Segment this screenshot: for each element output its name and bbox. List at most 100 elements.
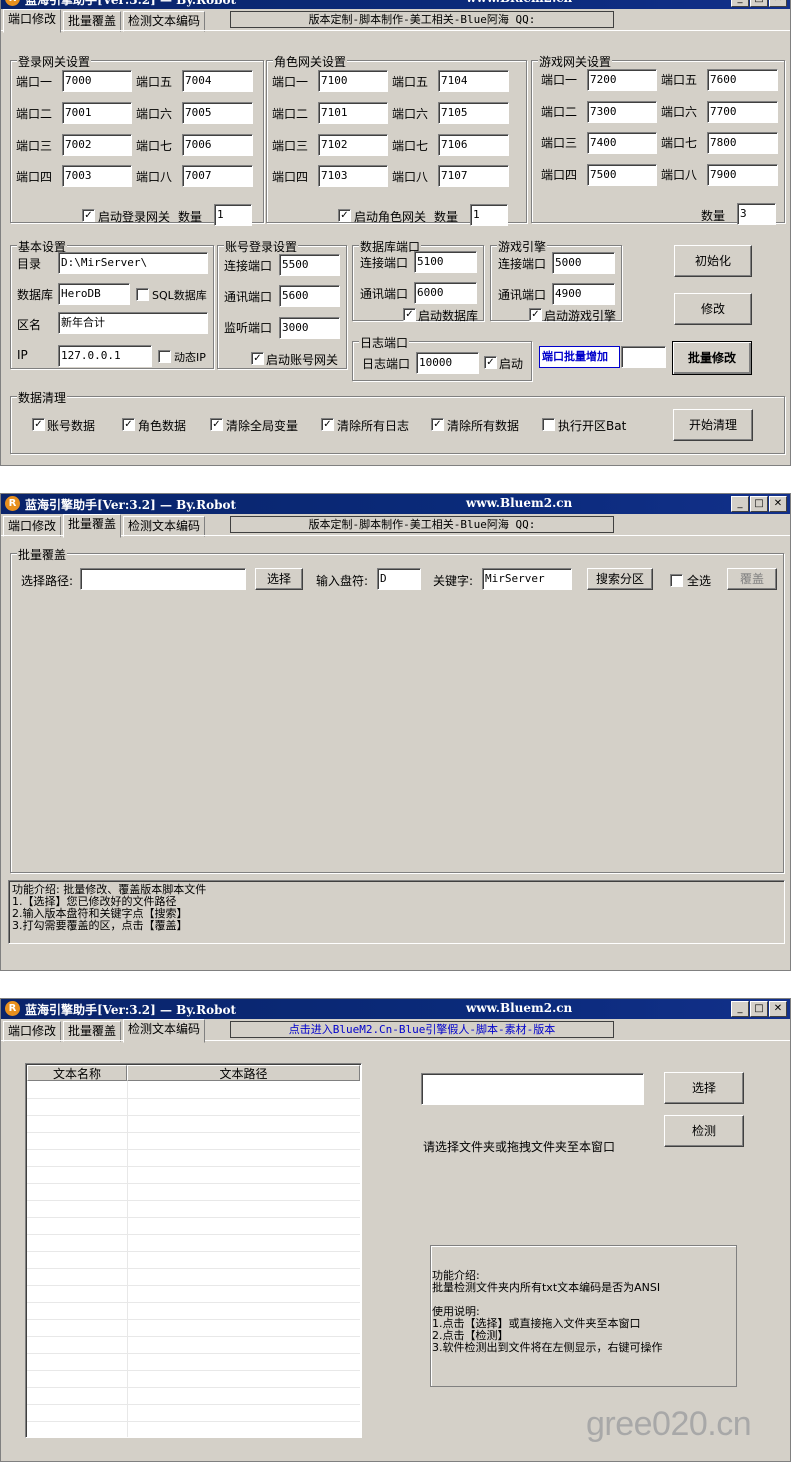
start-role-gateway-checkbox[interactable]: ✓ [338,209,351,222]
port-input[interactable]: 7104 [438,70,509,92]
log-port-input[interactable]: 10000 [416,352,479,374]
close-button[interactable]: ✕ [769,1001,787,1017]
banner-link[interactable]: 版本定制-脚本制作-美工相关-Blue阿海 QQ: [230,11,614,28]
batch-add-count-input[interactable] [621,346,666,368]
close-button[interactable]: ✕ [769,0,787,7]
list-row-line [27,1319,360,1320]
db-input[interactable]: HeroDB [58,283,130,305]
start-cleanup-button[interactable]: 开始清理 [673,409,753,441]
port-input[interactable]: 7500 [587,164,657,186]
select-folder-button[interactable]: 选择 [664,1072,744,1104]
drive-input[interactable]: D [377,568,421,590]
tab-detect-encoding[interactable]: 检测文本编码 [123,516,206,537]
website-link[interactable]: 点击进入BlueM2.Cn-Blue引擎假人-脚本-素材-版本 [230,1021,614,1038]
minimize-button[interactable]: _ [731,496,749,512]
cleanup-account-checkbox[interactable]: ✓ [32,418,45,431]
tab-port-modify[interactable]: 端口修改 [3,516,62,537]
log-port-label: 日志端口 [362,357,411,371]
column-header-name[interactable]: 文本名称 [27,1065,127,1081]
comm-port-input[interactable]: 6000 [414,282,477,304]
maximize-button[interactable]: □ [750,496,768,512]
cleanup-bat-checkbox[interactable] [542,418,555,431]
port-input[interactable]: 7700 [707,101,778,123]
port-input[interactable]: 7102 [318,134,388,156]
modify-button[interactable]: 修改 [674,293,752,325]
dir-input[interactable]: D:\MirServer\ [58,252,208,274]
maximize-button[interactable]: □ [750,1001,768,1017]
column-header-path[interactable]: 文本路径 [127,1065,360,1081]
select-path-button[interactable]: 选择 [255,568,303,590]
tab-port-modify[interactable]: 端口修改 [3,9,62,33]
maximize-button[interactable]: □ [750,0,768,7]
zone-input[interactable]: 新年合计 [58,312,208,334]
port-input[interactable]: 7005 [182,102,253,124]
start-game-engine-checkbox[interactable]: ✓ [529,308,542,321]
port-input[interactable]: 7004 [182,70,253,92]
file-list[interactable]: 文本名称 文本路径 [25,1063,362,1438]
port-input[interactable]: 7101 [318,102,388,124]
port-input[interactable]: 7105 [438,102,509,124]
start-account-gateway-checkbox[interactable]: ✓ [251,352,264,365]
port-input[interactable]: 7002 [62,134,132,156]
port-input[interactable]: 7003 [62,165,132,187]
start-login-gateway-checkbox[interactable]: ✓ [82,209,95,222]
select-all-checkbox[interactable] [670,574,683,587]
comm-port-input[interactable]: 5600 [279,285,340,307]
port-input[interactable]: 7400 [587,132,657,154]
ip-input[interactable]: 127.0.0.1 [58,345,152,367]
cleanup-all-data-checkbox[interactable]: ✓ [431,418,444,431]
batch-add-input[interactable]: 端口批量增加 [539,346,620,368]
port-input[interactable]: 7006 [182,134,253,156]
port-input[interactable]: 7900 [707,164,778,186]
dynamic-ip-checkbox[interactable] [158,350,171,363]
tab-detect-encoding[interactable]: 检测文本编码 [123,1019,206,1043]
search-partition-button[interactable]: 搜索分区 [587,568,653,590]
connect-port-input[interactable]: 5000 [552,252,615,274]
count-input[interactable]: 3 [737,203,776,225]
start-log-checkbox[interactable]: ✓ [484,356,497,369]
port-input[interactable]: 7007 [182,165,253,187]
port-label: 端口二 [16,107,53,121]
port-input[interactable]: 7800 [707,132,778,154]
port-input[interactable]: 7100 [318,70,388,92]
tab-batch-overwrite[interactable]: 批量覆盖 [63,11,122,32]
folder-path-input[interactable] [421,1073,644,1105]
title-bar[interactable]: R 蓝海引擎助手[Ver:3.2] — By.Robot www.Bluem2.… [1,999,790,1019]
port-input[interactable]: 7001 [62,102,132,124]
port-input[interactable]: 7103 [318,165,388,187]
comm-port-input[interactable]: 4900 [552,283,615,305]
connect-port-input[interactable]: 5500 [279,254,340,276]
keyword-input[interactable]: MirServer [482,568,572,590]
port-input[interactable]: 7000 [62,70,132,92]
start-database-checkbox[interactable]: ✓ [403,308,416,321]
minimize-button[interactable]: _ [731,0,749,7]
port-input[interactable]: 7600 [707,69,778,91]
listen-port-input[interactable]: 3000 [279,317,340,339]
tab-batch-overwrite[interactable]: 批量覆盖 [63,514,122,538]
banner-link[interactable]: 版本定制-脚本制作-美工相关-Blue阿海 QQ: [230,516,614,533]
cleanup-role-checkbox[interactable]: ✓ [122,418,135,431]
count-input[interactable]: 1 [214,204,252,226]
tab-port-modify[interactable]: 端口修改 [3,1021,62,1042]
batch-modify-button[interactable]: 批量修改 [672,341,752,375]
tab-detect-encoding[interactable]: 检测文本编码 [123,11,206,32]
port-input[interactable]: 7107 [438,165,509,187]
close-button[interactable]: ✕ [769,496,787,512]
port-label: 端口四 [272,170,309,184]
cleanup-global-var-checkbox[interactable]: ✓ [210,418,223,431]
overwrite-button[interactable]: 覆盖 [727,568,777,590]
count-input[interactable]: 1 [470,204,508,226]
port-input[interactable]: 7106 [438,134,509,156]
title-bar[interactable]: R 蓝海引擎助手[Ver:3.2] — By.Robot www.Bluem2.… [1,0,790,9]
tab-batch-overwrite[interactable]: 批量覆盖 [63,1021,122,1042]
port-input[interactable]: 7200 [587,69,657,91]
connect-port-input[interactable]: 5100 [414,251,477,273]
title-bar[interactable]: R 蓝海引擎助手[Ver:3.2] — By.Robot www.Bluem2.… [1,494,790,514]
sql-database-checkbox[interactable] [136,288,149,301]
detect-button[interactable]: 检测 [664,1115,744,1147]
port-input[interactable]: 7300 [587,101,657,123]
path-input[interactable] [80,568,246,590]
minimize-button[interactable]: _ [731,1001,749,1017]
cleanup-logs-checkbox[interactable]: ✓ [321,418,334,431]
init-button[interactable]: 初始化 [674,245,752,277]
